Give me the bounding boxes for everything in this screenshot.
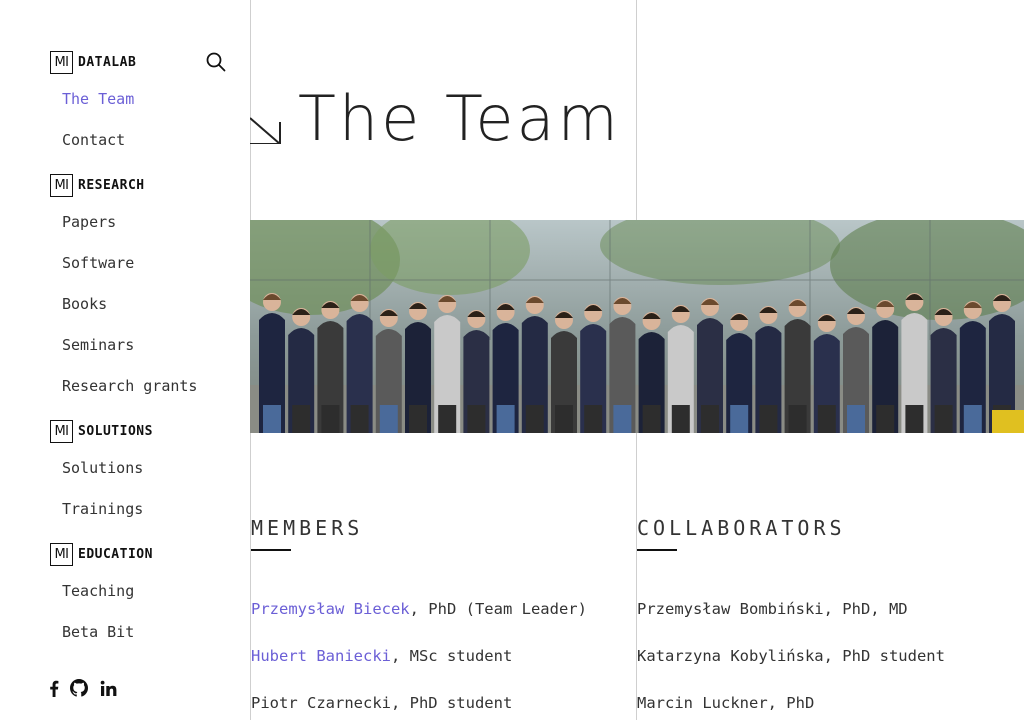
nav-link-teaching[interactable]: Teaching xyxy=(62,582,134,600)
mi-badge: MI xyxy=(50,542,73,566)
member-entry: Piotr Czarnecki, PhD student xyxy=(251,694,512,712)
search-icon[interactable] xyxy=(205,51,227,73)
datalab-logo[interactable]: MI DATALAB xyxy=(50,49,136,75)
solutions-section-header: MI SOLUTIONS xyxy=(50,418,153,444)
linkedin-icon[interactable] xyxy=(100,679,117,697)
member-role: , PhD (Team Leader) xyxy=(409,600,587,618)
mi-badge: MI xyxy=(50,419,73,443)
collaborator-entry: Przemysław Bombiński, PhD, MD xyxy=(637,600,908,618)
collaborator-entry: Marcin Luckner, PhD xyxy=(637,694,815,712)
members-underline xyxy=(251,549,291,551)
nav-link-beta-bit[interactable]: Beta Bit xyxy=(62,623,134,641)
nav-link-seminars[interactable]: Seminars xyxy=(62,336,134,354)
collaborator-entry: Katarzyna Kobylińska, PhD student xyxy=(637,647,945,665)
member-entry: Przemysław Biecek, PhD (Team Leader) xyxy=(251,600,587,618)
member-link[interactable]: Hubert Baniecki xyxy=(251,647,391,665)
nav-link-contact[interactable]: Contact xyxy=(62,131,125,149)
member-entry: Hubert Baniecki, MSc student xyxy=(251,647,512,665)
nav-link-software[interactable]: Software xyxy=(62,254,134,272)
section-label-datalab: DATALAB xyxy=(78,54,137,70)
nav-link-research-grants[interactable]: Research grants xyxy=(62,377,197,395)
nav-link-trainings[interactable]: Trainings xyxy=(62,500,143,518)
mi-badge: MI xyxy=(50,173,73,197)
page-title: The Team xyxy=(298,82,621,155)
nav-link-solutions[interactable]: Solutions xyxy=(62,459,143,477)
page-header: The Team xyxy=(250,82,621,155)
member-role: Piotr Czarnecki, PhD student xyxy=(251,694,513,712)
main-content: The Team MEMBERS COLLABORATORS Przemysła… xyxy=(250,0,1024,720)
nav-link-books[interactable]: Books xyxy=(62,295,107,313)
collaborators-underline xyxy=(637,549,677,551)
nav-link-the-team[interactable]: The Team xyxy=(62,90,134,108)
member-role: , MSc student xyxy=(390,647,513,665)
section-label-education: EDUCATION xyxy=(78,546,153,562)
collaborators-heading: COLLABORATORS xyxy=(637,516,846,540)
section-label-solutions: SOLUTIONS xyxy=(78,423,153,439)
member-link[interactable]: Przemysław Biecek xyxy=(251,600,410,618)
nav-link-papers[interactable]: Papers xyxy=(62,213,116,231)
research-section-header: MI RESEARCH xyxy=(50,172,145,198)
github-icon[interactable] xyxy=(70,679,88,697)
members-heading: MEMBERS xyxy=(251,516,364,540)
facebook-icon[interactable] xyxy=(48,679,60,697)
team-photo xyxy=(250,220,1024,433)
education-section-header: MI EDUCATION xyxy=(50,541,153,567)
arrow-down-right-icon xyxy=(250,116,281,144)
mi-badge: MI xyxy=(50,50,73,74)
sidebar: MI DATALAB The Team Contact MI RESEARCH … xyxy=(0,0,250,720)
section-label-research: RESEARCH xyxy=(78,177,145,193)
